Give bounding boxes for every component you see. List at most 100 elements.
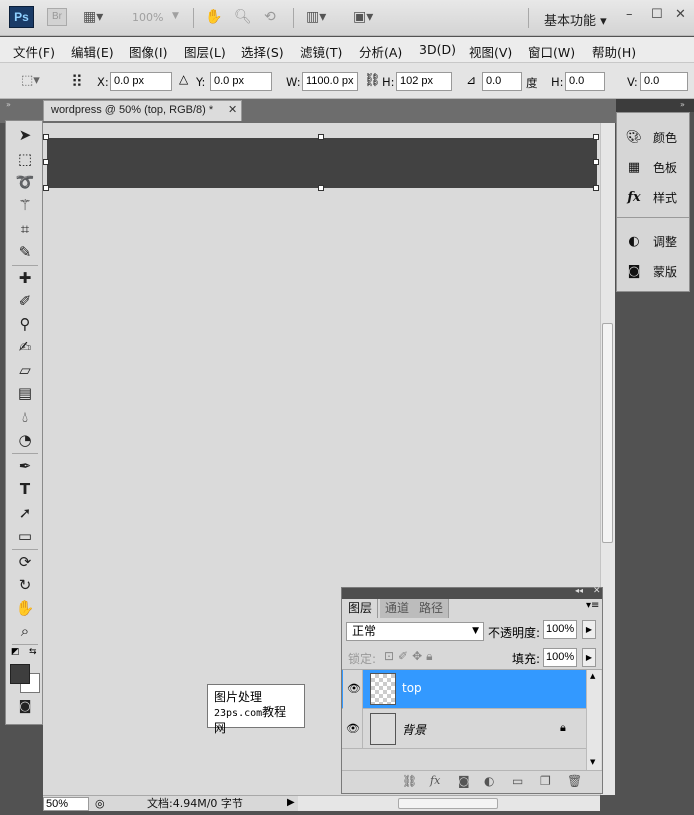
minimize-button[interactable]: – — [626, 7, 633, 22]
link-layers-icon[interactable]: ⛓ — [402, 774, 417, 788]
zoom-tool-icon[interactable]: 🔍︎ — [234, 9, 252, 25]
menu-layer[interactable]: 图层(L) — [184, 42, 226, 61]
link-icon[interactable]: ⛓ — [364, 73, 381, 88]
blend-mode-select[interactable]: 正常 ▼ — [346, 622, 484, 641]
angle-input[interactable]: 0.0 — [482, 72, 522, 91]
brush-tool-icon[interactable]: ✐ — [6, 292, 44, 310]
transform-handle[interactable] — [593, 185, 599, 191]
blur-tool-icon[interactable]: 💧︎ — [6, 408, 44, 426]
healing-brush-icon[interactable]: ✚ — [6, 269, 44, 287]
history-brush-icon[interactable]: ✍ — [6, 338, 44, 356]
shape-tool-icon[interactable]: ▭ — [6, 527, 44, 545]
zoom-level-dropdown[interactable]: 100% — [132, 11, 163, 24]
vskew-input[interactable]: 0.0 — [640, 72, 688, 91]
pen-tool-icon[interactable]: ✒ — [6, 457, 44, 475]
bridge-button[interactable]: Br — [47, 8, 67, 26]
dock-item-styles[interactable]: fx 样式 — [617, 185, 691, 211]
top-bar-shape[interactable] — [47, 138, 597, 188]
panel-menu-icon[interactable]: ▾≡ — [586, 600, 599, 611]
horizontal-scrollbar[interactable] — [298, 795, 600, 811]
close-button[interactable]: ✕ — [675, 7, 686, 22]
hskew-input[interactable]: 0.0 — [565, 72, 605, 91]
opacity-slider-button[interactable]: ▶ — [582, 620, 596, 639]
eraser-icon[interactable]: ▱ — [6, 361, 44, 379]
transform-handle[interactable] — [318, 185, 324, 191]
document-tab[interactable]: wordpress @ 50% (top, RGB/8) * — [43, 100, 242, 121]
swap-colors-icon[interactable]: ⇆ — [29, 647, 37, 657]
reference-point-icon[interactable]: ⠿ — [71, 72, 83, 91]
layer-list-scrollbar[interactable]: ▲ ▼ — [586, 670, 601, 770]
type-tool-icon[interactable]: T — [6, 480, 44, 498]
delete-layer-icon[interactable]: 🗑︎ — [567, 774, 582, 788]
collapse-panel-icon[interactable]: ◂◂ — [575, 586, 583, 595]
new-group-icon[interactable]: ▭ — [512, 774, 523, 788]
maximize-button[interactable]: ☐ — [651, 7, 663, 22]
width-input[interactable]: 1100.0 px — [302, 72, 358, 91]
hand-tool-icon[interactable]: ✋ — [205, 9, 222, 25]
y-input[interactable]: 0.0 px — [210, 72, 272, 91]
adjustment-layer-icon[interactable]: ◐ — [484, 774, 494, 788]
scroll-down-icon[interactable]: ▼ — [590, 758, 595, 766]
eye-icon[interactable]: 👁︎ — [347, 682, 361, 695]
collapse-dock-icon[interactable]: » — [680, 100, 685, 109]
hand-tool-icon[interactable]: ✋ — [6, 599, 44, 617]
tool-preset-icon[interactable]: ⬚▾ — [21, 73, 40, 88]
menu-view[interactable]: 视图(V) — [469, 42, 512, 61]
menu-edit[interactable]: 编辑(E) — [71, 42, 114, 61]
transform-handle[interactable] — [318, 134, 324, 140]
menu-file[interactable]: 文件(F) — [13, 42, 55, 61]
layer-row-background[interactable]: 👁︎ 背景 🔒︎ — [342, 710, 586, 749]
path-selection-icon[interactable]: ➚ — [6, 504, 44, 522]
rotate-view-icon[interactable]: ⟲ — [264, 9, 276, 25]
zoom-tool-icon[interactable]: ⌕ — [6, 622, 44, 640]
foreground-color-swatch[interactable] — [10, 664, 30, 684]
dock-item-masks[interactable]: ◙ 蒙版 — [617, 259, 691, 285]
vertical-scroll-thumb[interactable] — [602, 323, 613, 543]
tab-layers[interactable]: 图层 — [343, 599, 379, 618]
zoom-field[interactable]: 50% — [43, 797, 89, 811]
menu-window[interactable]: 窗口(W) — [528, 42, 575, 61]
transform-handle[interactable] — [43, 134, 49, 140]
fill-input[interactable]: 100% — [543, 648, 577, 667]
dock-item-color[interactable]: 🎨︎ 颜色 — [617, 125, 691, 151]
quick-mask-icon[interactable]: ◙ — [6, 699, 44, 714]
layer-style-icon[interactable]: fx — [430, 774, 440, 787]
expand-toolbar-icon[interactable]: » — [6, 100, 11, 109]
gradient-tool-icon[interactable]: ▤ — [6, 384, 44, 402]
transform-handle[interactable] — [43, 159, 49, 165]
layer-name[interactable]: 背景 — [402, 721, 426, 738]
lasso-tool-icon[interactable]: ➰ — [6, 173, 44, 191]
workspace-switcher[interactable]: 基本功能 ▾ — [544, 10, 607, 29]
layer-name[interactable]: top — [402, 681, 422, 695]
film-icon[interactable]: ▦▾ — [83, 9, 103, 25]
menu-select[interactable]: 选择(S) — [241, 42, 284, 61]
scroll-up-icon[interactable]: ▲ — [590, 672, 595, 680]
transform-handle[interactable] — [593, 159, 599, 165]
menu-image[interactable]: 图像(I) — [129, 42, 167, 61]
x-input[interactable]: 0.0 px — [110, 72, 172, 91]
dock-item-swatches[interactable]: ▦ 色板 — [617, 155, 691, 181]
menu-analysis[interactable]: 分析(A) — [359, 42, 402, 61]
transform-handle[interactable] — [593, 134, 599, 140]
default-colors-icon[interactable]: ◩ — [11, 647, 20, 657]
tab-channels[interactable]: 通道 — [380, 599, 416, 618]
panel-header[interactable]: ◂◂ ✕ — [342, 586, 602, 599]
arrange-documents-icon[interactable]: ▥▾ — [306, 9, 326, 25]
layer-row-top[interactable]: 👁︎ top — [342, 670, 586, 709]
3d-rotate-icon[interactable]: ⟳ — [6, 553, 44, 571]
opacity-input[interactable]: 100% — [543, 620, 577, 639]
new-layer-icon[interactable]: ❐ — [540, 774, 551, 788]
crop-tool-icon[interactable]: ⌗ — [6, 220, 44, 238]
horizontal-scroll-thumb[interactable] — [398, 798, 498, 809]
menu-help[interactable]: 帮助(H) — [592, 42, 636, 61]
menu-3d[interactable]: 3D(D) — [419, 42, 456, 57]
marquee-tool-icon[interactable]: ⬚ — [6, 150, 44, 168]
screen-mode-icon[interactable]: ▣▾ — [353, 9, 373, 25]
status-menu-arrow[interactable]: ▶ — [287, 797, 295, 808]
lock-icons[interactable]: ⊡✐✥🔒︎ — [384, 649, 437, 664]
close-panel-icon[interactable]: ✕ — [593, 586, 601, 596]
magic-wand-icon[interactable]: ⚚ — [6, 196, 44, 214]
move-tool-icon[interactable]: ➤ — [6, 126, 44, 144]
tab-paths[interactable]: 路径 — [414, 599, 450, 618]
fill-slider-button[interactable]: ▶ — [582, 648, 596, 667]
